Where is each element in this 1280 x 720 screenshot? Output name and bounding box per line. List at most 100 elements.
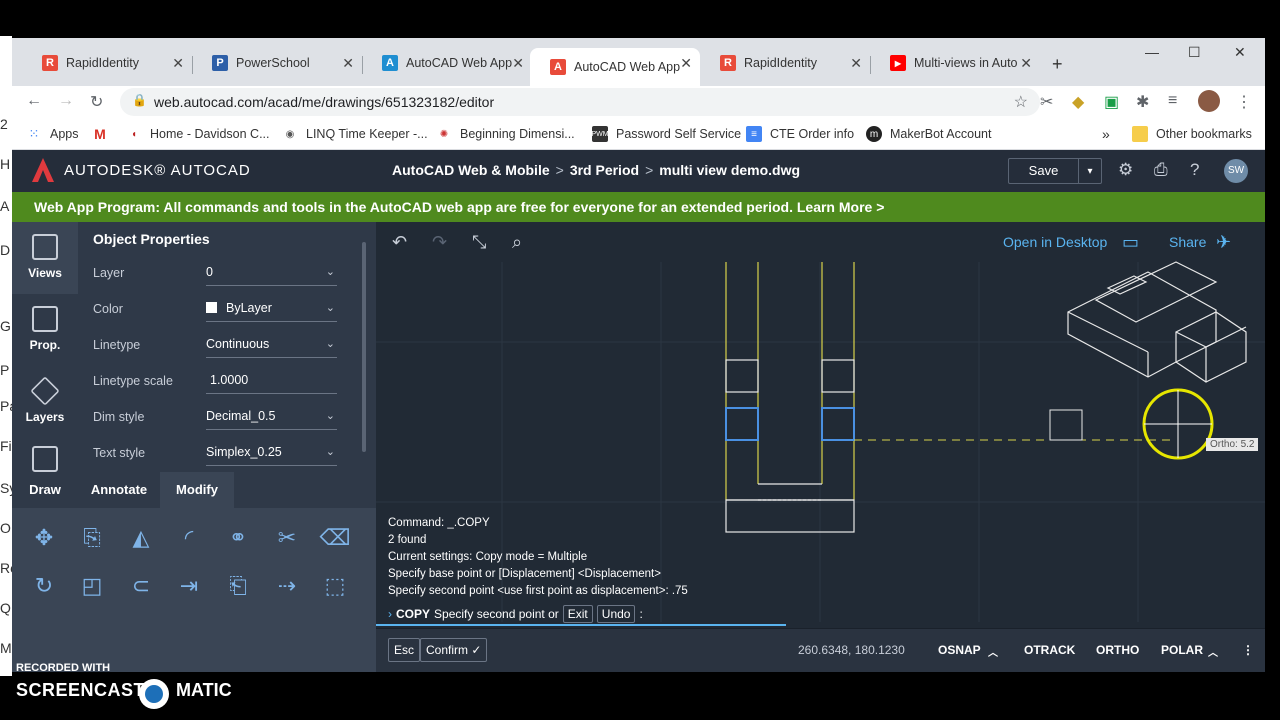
extension-icon[interactable]: ▣	[1104, 92, 1119, 112]
tab-draw[interactable]: Draw	[12, 472, 78, 508]
mirror-icon[interactable]: ◭	[124, 521, 158, 555]
profile-avatar[interactable]	[1198, 90, 1220, 112]
forward-icon[interactable]: →	[58, 92, 74, 110]
help-icon[interactable]: ?	[1190, 160, 1199, 180]
browser-tab-active[interactable]: A AutoCAD Web App ✕	[530, 48, 700, 86]
properties-match-icon[interactable]: ⎗	[221, 569, 255, 603]
breadcrumb-item[interactable]: 3rd Period	[570, 162, 639, 178]
gear-icon[interactable]: ⚙	[1118, 160, 1133, 180]
polar-toggle[interactable]: POLAR	[1161, 643, 1203, 657]
promo-banner[interactable]: Web App Program: All commands and tools …	[12, 192, 1265, 222]
close-icon[interactable]: ✕	[342, 55, 354, 72]
open-in-desktop-button[interactable]: Open in Desktop	[1003, 234, 1107, 250]
array-icon[interactable]: ⚭	[221, 521, 255, 555]
close-icon[interactable]: ✕	[1020, 55, 1032, 72]
monitor-icon[interactable]: ▭	[1122, 232, 1139, 253]
linetype-scale-input[interactable]: 1.0000	[206, 368, 337, 394]
reading-list-icon[interactable]: ≡	[1168, 92, 1177, 110]
tab-modify[interactable]: Modify	[160, 472, 234, 508]
chevron-up-icon[interactable]: ︿	[1208, 644, 1218, 659]
layer-select[interactable]: 0 ⌄	[206, 260, 337, 286]
join-icon[interactable]: ⇥	[172, 569, 206, 603]
linetype-select[interactable]: Continuous ⌄	[206, 332, 337, 358]
reload-icon[interactable]: ↻	[90, 92, 103, 112]
bookmark-gmail[interactable]: M	[92, 126, 116, 142]
bookmark-linq[interactable]: ◉ LINQ Time Keeper -...	[282, 126, 428, 142]
redo-icon[interactable]: ↷	[432, 232, 447, 253]
menu-icon[interactable]: ⋮	[1236, 92, 1252, 112]
bookmark-apps[interactable]: ⁙ Apps	[26, 126, 79, 142]
otrack-toggle[interactable]: OTRACK	[1024, 643, 1075, 657]
puzzle-icon[interactable]: ✱	[1136, 92, 1149, 112]
address-bar[interactable]: 🔒 web.autocad.com/acad/me/drawings/65132…	[120, 88, 1040, 116]
nav-views[interactable]: Views	[12, 222, 78, 294]
bookmarks-overflow[interactable]: »	[1102, 126, 1110, 142]
other-bookmarks[interactable]: Other bookmarks	[1132, 126, 1252, 142]
extend-icon[interactable]: ⇢	[270, 569, 304, 603]
rotate-icon[interactable]: ↻	[27, 569, 61, 603]
undo-icon[interactable]: ↶	[392, 232, 407, 253]
drawing-canvas[interactable]: Ortho: 5.2 ↶ ↷ ⤡ ⌕ Open in Desktop ▭ Sha…	[376, 222, 1265, 672]
close-icon[interactable]: ✕	[172, 55, 184, 72]
zoom-extents-icon[interactable]: ⤡	[472, 232, 486, 253]
offset-icon[interactable]: ⊂	[124, 569, 158, 603]
explode-icon[interactable]: ⬚	[318, 569, 352, 603]
browser-tab[interactable]: ▶ Multi-views in Auto ✕	[870, 48, 1040, 78]
back-icon[interactable]: ←	[26, 92, 42, 110]
share-button[interactable]: Share	[1169, 234, 1206, 250]
new-tab-button[interactable]: +	[1052, 54, 1063, 75]
nav-layers[interactable]: Layers	[12, 366, 78, 438]
command-input[interactable]: › COPY Specify second point or Exit Undo…	[388, 605, 643, 623]
scale-icon[interactable]: ◰	[75, 569, 109, 603]
panel-scrollbar[interactable]	[362, 242, 366, 452]
breadcrumb-item[interactable]: multi view demo.dwg	[659, 162, 800, 178]
ortho-toggle[interactable]: ORTHO	[1096, 643, 1139, 657]
fillet-icon[interactable]: ◜	[172, 521, 206, 555]
copy-icon[interactable]: ⎘	[75, 521, 109, 555]
send-icon[interactable]: ✈	[1216, 232, 1231, 253]
breadcrumb-item[interactable]: AutoCAD Web & Mobile	[392, 162, 550, 178]
trim-icon[interactable]: ✂	[270, 521, 304, 555]
command-name: COPY	[396, 607, 431, 621]
osnap-toggle[interactable]: OSNAP	[938, 643, 981, 657]
save-button[interactable]: Save ▾	[1008, 158, 1102, 184]
nav-more[interactable]	[12, 438, 78, 472]
esc-button[interactable]: Esc	[388, 638, 421, 662]
zoom-window-icon[interactable]: ⌕	[512, 232, 522, 253]
bookmark-password[interactable]: PWM Password Self Service	[591, 126, 741, 142]
exit-option-button[interactable]: Exit	[562, 605, 593, 623]
chevron-up-icon[interactable]: ︿	[988, 644, 998, 659]
bookmark-cte[interactable]: ≡ CTE Order info	[746, 126, 854, 142]
confirm-button[interactable]: Confirm ✓	[420, 638, 488, 662]
browser-tab[interactable]: A AutoCAD Web App ✕	[362, 48, 532, 78]
chevron-down-icon[interactable]: ▾	[1079, 166, 1101, 177]
dimstyle-select[interactable]: Decimal_0.5 ⌄	[206, 404, 337, 430]
more-icon[interactable]: ⋮	[1242, 643, 1254, 657]
close-icon[interactable]: ✕	[512, 55, 524, 72]
tab-annotate[interactable]: Annotate	[78, 472, 160, 508]
user-avatar[interactable]: SW	[1224, 159, 1248, 183]
move-icon[interactable]: ✥	[27, 521, 61, 555]
minimize-button[interactable]: —	[1145, 44, 1159, 60]
close-icon[interactable]: ✕	[850, 55, 862, 72]
star-icon[interactable]: ☆	[1014, 92, 1028, 112]
nav-properties[interactable]: Prop.	[12, 294, 78, 366]
extension-icon[interactable]: ✂	[1040, 92, 1053, 112]
textstyle-select[interactable]: Simplex_0.25 ⌄	[206, 440, 337, 466]
maximize-button[interactable]: ☐	[1188, 44, 1201, 61]
browser-tab[interactable]: R RapidIdentity ✕	[22, 48, 192, 78]
copied-rectangle	[1049, 409, 1083, 441]
erase-icon[interactable]: ⌫	[318, 521, 352, 555]
undo-option-button[interactable]: Undo	[596, 605, 636, 623]
close-window-button[interactable]: ✕	[1234, 44, 1246, 61]
bookmark-davidson[interactable]: ◖ Home - Davidson C...	[126, 126, 270, 142]
browser-tab[interactable]: R RapidIdentity ✕	[700, 48, 870, 78]
browser-tab[interactable]: P PowerSchool ✕	[192, 48, 362, 78]
bookmark-label: Beginning Dimensi...	[460, 127, 575, 141]
bookmark-makerbot[interactable]: m MakerBot Account	[866, 126, 991, 142]
color-select[interactable]: ByLayer ⌄	[206, 296, 337, 322]
print-icon[interactable]: ⎙	[1154, 160, 1168, 180]
extension-icon[interactable]: ◆	[1072, 92, 1084, 112]
close-icon[interactable]: ✕	[680, 55, 692, 72]
bookmark-dimension[interactable]: ✺ Beginning Dimensi...	[436, 126, 575, 142]
